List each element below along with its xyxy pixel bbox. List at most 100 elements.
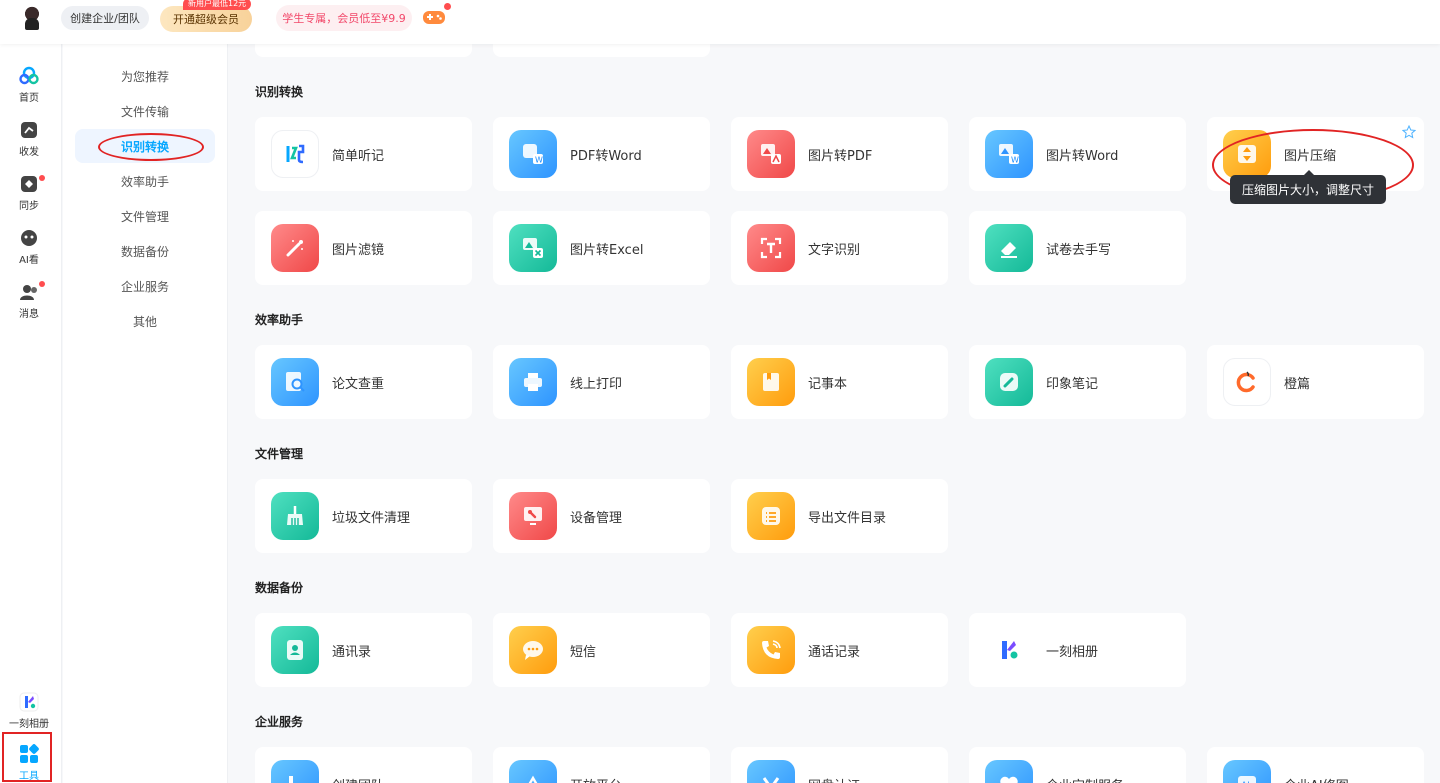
partial-card — [255, 44, 472, 57]
game-controller-icon[interactable] — [422, 8, 446, 26]
image-compress-icon — [1223, 130, 1271, 178]
partial-card — [493, 44, 710, 57]
tool-card-create-team[interactable]: 创建团队 — [255, 747, 472, 783]
magic-wand-icon — [271, 224, 319, 272]
tool-name: 通讯录 — [332, 644, 372, 660]
tool-card-notepad[interactable]: 记事本 — [731, 345, 948, 419]
section-title: 效率助手 — [255, 313, 304, 327]
svg-text:W: W — [1011, 156, 1019, 165]
tool-name: 垃圾文件清理 — [332, 510, 411, 526]
svg-text:W: W — [535, 156, 543, 165]
message-icon — [20, 285, 37, 300]
user-avatar[interactable] — [18, 4, 46, 32]
rail-item-sync[interactable]: 同步 — [0, 174, 58, 218]
section-title: 数据备份 — [255, 581, 304, 595]
tool-card-text-ocr[interactable]: 文字识别 — [731, 211, 948, 285]
tool-name: 图片滤镜 — [332, 242, 385, 258]
image-to-pdf-icon — [747, 130, 795, 178]
yike-album-icon — [19, 692, 39, 712]
rail-item-yike-album[interactable]: 一刻相册 — [0, 692, 58, 736]
tool-card-sms[interactable]: 短信 — [493, 613, 710, 687]
tool-card-junk-clean[interactable]: 垃圾文件清理 — [255, 479, 472, 553]
tool-card-custom-service[interactable]: 企业定制服务 — [969, 747, 1186, 783]
notes-icon — [271, 130, 319, 178]
tool-card-image-to-word[interactable]: W 图片转Word — [969, 117, 1186, 191]
tool-card-device-management[interactable]: 设备管理 — [493, 479, 710, 553]
tool-name: 论文查重 — [332, 376, 385, 392]
tool-card-ai-retouch[interactable]: AI 企业AI修图 — [1207, 747, 1424, 783]
tool-card-remove-handwriting[interactable]: 试卷去手写 — [969, 211, 1186, 285]
category-nav: 为您推荐 文件传输 识别转换 效率助手 文件管理 数据备份 企业服务 其他 — [63, 44, 228, 783]
tool-card-image-to-pdf[interactable]: 图片转PDF — [731, 117, 948, 191]
tooltip: 压缩图片大小，调整尺寸 — [1230, 170, 1386, 204]
tool-name: 试卷去手写 — [1046, 242, 1112, 258]
create-team-button[interactable]: 创建企业/团队 — [61, 6, 149, 30]
tool-card-yike-album[interactable]: 一刻相册 — [969, 613, 1186, 687]
tool-name: PDF转Word — [570, 148, 642, 164]
broom-icon — [271, 492, 319, 540]
share-icon — [21, 122, 37, 138]
pdf-to-word-icon: W — [509, 130, 557, 178]
tool-name: 短信 — [570, 644, 597, 660]
tool-name: 企业定制服务 — [1046, 775, 1124, 783]
image-to-word-icon: W — [985, 130, 1033, 178]
left-rail: 首页 收发 同步 AI看 消息 一刻相册 工具 — [0, 44, 62, 783]
tool-name: 图片压缩 — [1284, 148, 1337, 164]
tools-main: 识别转换 简单听记 W PDF转Word 图片转PDF W 图片转Word 图片… — [229, 44, 1440, 783]
chat-bubble-icon — [509, 626, 557, 674]
favorite-star-icon[interactable] — [1402, 125, 1416, 139]
category-efficiency[interactable]: 效率助手 — [75, 164, 215, 198]
paper-search-icon — [271, 358, 319, 406]
tool-card-open-platform[interactable]: 开放平台 — [493, 747, 710, 783]
rail-item-home[interactable]: 首页 — [0, 66, 58, 110]
rail-item-label: 首页 — [19, 93, 39, 104]
rail-item-label: 工具 — [19, 771, 39, 782]
notepad-icon — [747, 358, 795, 406]
tool-card-online-print[interactable]: 线上打印 — [493, 345, 710, 419]
tool-name: 文字识别 — [808, 242, 861, 258]
ai-image-icon: AI — [1223, 760, 1271, 783]
tool-card-pdf-to-word[interactable]: W PDF转Word — [493, 117, 710, 191]
tool-name: 图片转Excel — [570, 242, 644, 258]
category-enterprise[interactable]: 企业服务 — [75, 269, 215, 303]
contacts-icon — [271, 626, 319, 674]
tool-name: 图片转Word — [1046, 148, 1119, 164]
section-title: 文件管理 — [255, 447, 304, 461]
category-other[interactable]: 其他 — [75, 304, 215, 338]
rail-item-ai[interactable]: AI看 — [0, 228, 58, 272]
rail-item-messages[interactable]: 消息 — [0, 282, 58, 326]
notification-dot — [444, 3, 451, 10]
category-recognize-convert[interactable]: 识别转换 — [75, 129, 215, 163]
tool-card-netdisk-auth[interactable]: 网盘认证 — [731, 747, 948, 783]
tool-card-image-to-excel[interactable]: 图片转Excel — [493, 211, 710, 285]
tool-card-chengpian[interactable]: 橙篇 — [1207, 345, 1424, 419]
rail-item-transfer[interactable]: 收发 — [0, 120, 58, 164]
tool-card-paper-check[interactable]: 论文查重 — [255, 345, 472, 419]
category-data-backup[interactable]: 数据备份 — [75, 234, 215, 268]
tool-name: 图片转PDF — [808, 148, 873, 164]
tool-card-simple-notes[interactable]: 简单听记 — [255, 117, 472, 191]
rail-item-tools[interactable]: 工具 — [0, 744, 58, 783]
tool-name: 创建团队 — [332, 775, 384, 783]
category-file-transfer[interactable]: 文件传输 — [75, 94, 215, 128]
team-icon — [271, 760, 319, 783]
printer-icon — [509, 358, 557, 406]
student-promo-button[interactable]: 学生专属，会员低至¥9.9 — [276, 5, 412, 31]
tool-card-call-log[interactable]: 通话记录 — [731, 613, 948, 687]
tools-grid-icon — [20, 744, 39, 763]
tool-name: 开放平台 — [570, 775, 622, 783]
ai-robot-icon — [21, 230, 37, 246]
list-icon — [747, 492, 795, 540]
tool-card-evernote[interactable]: 印象笔记 — [969, 345, 1186, 419]
home-cloud-icon — [19, 66, 39, 85]
tool-name: 企业AI修图 — [1284, 775, 1349, 783]
vip-badge: 新用户最低12元 — [183, 0, 252, 10]
tool-name: 橙篇 — [1284, 376, 1311, 392]
tool-card-export-directory[interactable]: 导出文件目录 — [731, 479, 948, 553]
notification-dot — [39, 281, 45, 287]
category-file-management[interactable]: 文件管理 — [75, 199, 215, 233]
pen-note-icon — [985, 358, 1033, 406]
category-recommended[interactable]: 为您推荐 — [75, 59, 215, 93]
tool-card-image-filter[interactable]: 图片滤镜 — [255, 211, 472, 285]
tool-card-contacts[interactable]: 通讯录 — [255, 613, 472, 687]
